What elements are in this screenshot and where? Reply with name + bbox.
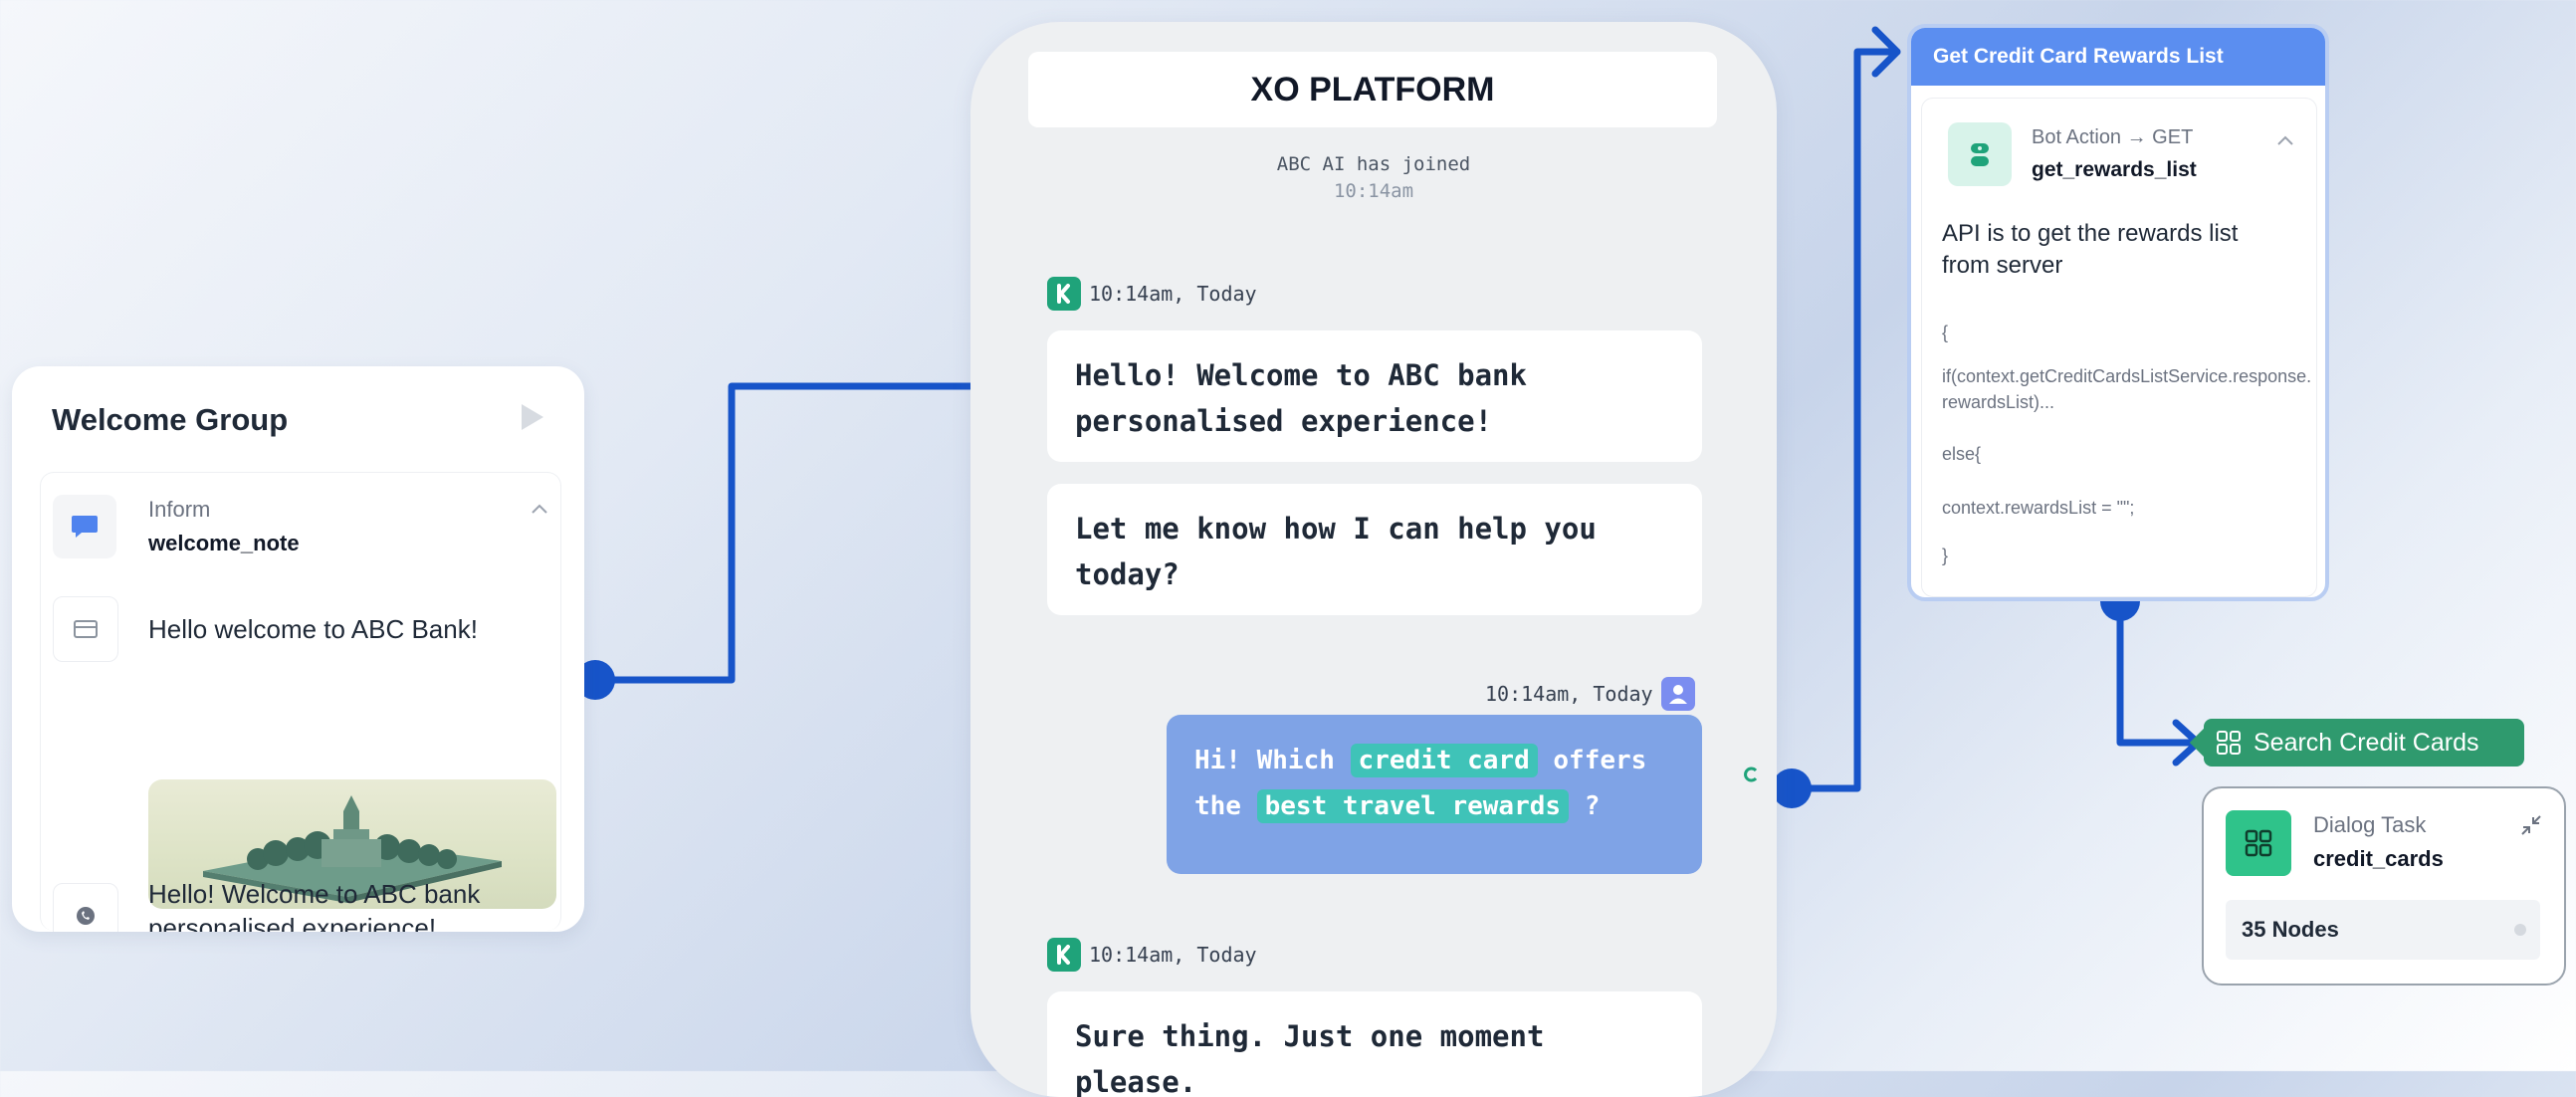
bot-action-node[interactable]: Bot Action → GET get_rewards_list API is… <box>1921 98 2317 597</box>
code-open-brace: { <box>1942 323 1949 342</box>
collapse-icon[interactable] <box>2518 812 2544 838</box>
joined-time: 10:14am <box>1333 179 1414 202</box>
user-message-part: Hi! Which <box>1194 746 1335 775</box>
play-icon[interactable] <box>520 402 545 432</box>
welcome-message-text: Hello welcome to ABC Bank! <box>148 614 478 644</box>
chat-bubble-icon <box>53 495 116 558</box>
user-message: Hi! Which credit card offers the best tr… <box>1167 715 1702 874</box>
connector-dot-chat <box>1772 768 1812 808</box>
bot-timestamp: 10:14am, Today <box>1047 938 1257 972</box>
user-timestamp-text: 10:14am, Today <box>1485 682 1653 706</box>
welcome-whatsapp-text: Hello! Welcome to ABC bank personalised … <box>148 879 481 932</box>
dialog-task-label: Dialog Task <box>2313 812 2427 837</box>
user-timestamp: 10:14am, Today <box>1485 677 1695 711</box>
bot-action-label: Bot Action → GET <box>2032 126 2194 148</box>
entity-highlight-travel-rewards: best travel rewards <box>1256 788 1570 823</box>
bot-message-help: Let me know how I can help you today? <box>1047 484 1702 615</box>
joined-notice: ABC AI has joined 10:14am <box>970 151 1777 204</box>
chevron-up-icon[interactable] <box>531 503 548 515</box>
whatsapp-icon <box>53 883 118 932</box>
status-dot <box>2514 924 2526 936</box>
code-if-statement: if(context.getCreditCardsListService.res… <box>1942 366 2312 413</box>
welcome-group-card[interactable]: Welcome Group Inform welcome_note Hello … <box>12 366 584 932</box>
joined-text: ABC AI has joined <box>1276 153 1471 175</box>
welcome-group-title: Welcome Group <box>52 402 289 437</box>
connector-chat-to-rewards <box>1788 48 1901 792</box>
chevron-up-icon[interactable] <box>2276 134 2294 146</box>
kore-logo-icon <box>1047 277 1081 311</box>
bot-timestamp: 10:14am, Today <box>1047 277 1257 311</box>
search-credit-cards-node[interactable]: Search Credit Cards <box>2204 719 2524 767</box>
connector-rewards-arrowhead <box>1871 26 1901 78</box>
api-description: API is to get the rewards list from serv… <box>1942 220 2239 279</box>
platform-title: XO PLATFORM <box>1028 52 1717 127</box>
dialog-task-card[interactable]: Dialog Task credit_cards 35 Nodes <box>2202 786 2566 986</box>
bot-timestamp-text: 10:14am, Today <box>1089 282 1257 306</box>
user-message-part: ? <box>1584 790 1601 821</box>
inform-name: welcome_note <box>148 531 300 555</box>
intent-indicator-icon <box>1744 767 1758 782</box>
rewards-list-node[interactable]: Get Credit Card Rewards List Bot Action … <box>1907 24 2329 601</box>
dialog-task-icon <box>2226 810 2291 876</box>
node-count-row: 35 Nodes <box>2226 900 2540 960</box>
bot-action-icon <box>1948 122 2012 186</box>
bot-timestamp-text: 10:14am, Today <box>1089 943 1257 967</box>
bot-message-welcome: Hello! Welcome to ABC bank personalised … <box>1047 330 1702 462</box>
welcome-note-node[interactable]: Inform welcome_note Hello welcome to ABC… <box>40 472 561 932</box>
entity-highlight-credit-card: credit card <box>1350 744 1538 777</box>
kore-logo-icon <box>1047 938 1081 972</box>
inform-label: Inform <box>148 497 211 522</box>
rewards-node-header: Get Credit Card Rewards List <box>1911 28 2325 86</box>
bot-message-wait: Sure thing. Just one moment please. <box>1047 991 1702 1097</box>
search-credit-cards-label: Search Credit Cards <box>2254 728 2479 757</box>
code-close-brace: } <box>1942 546 1949 565</box>
message-card-icon <box>53 596 118 662</box>
code-else: else{ <box>1942 444 1982 464</box>
user-avatar-icon <box>1660 677 1695 711</box>
dialog-task-name: credit_cards <box>2313 846 2444 871</box>
chat-window: XO PLATFORM ABC AI has joined 10:14am 10… <box>970 22 1777 1097</box>
dialog-task-icon <box>2217 731 2241 755</box>
connector-rewards-to-search <box>2116 597 2200 747</box>
node-count: 35 Nodes <box>2242 917 2339 942</box>
code-assign: context.rewardsList = ""; <box>1942 498 2135 518</box>
bot-action-name: get_rewards_list <box>2032 158 2197 181</box>
